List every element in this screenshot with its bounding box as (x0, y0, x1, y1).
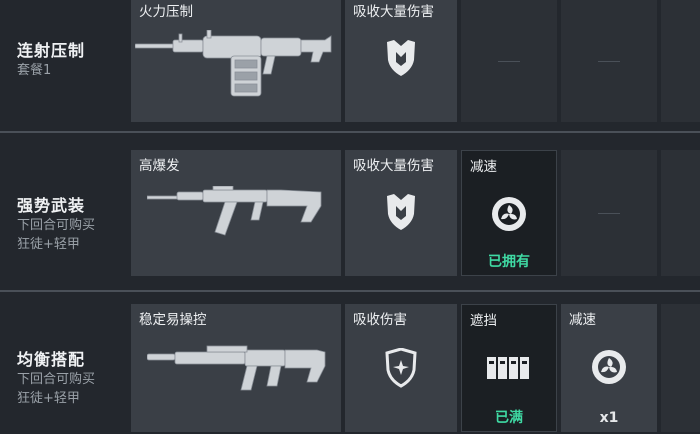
ability-name: 减速 (569, 312, 596, 328)
full-status: 已满 (495, 410, 523, 426)
weapon-desc: 火力压制 (139, 4, 193, 20)
loadout-subtitle: 下回合可购买 (17, 372, 96, 387)
light-shield-icon (385, 348, 417, 388)
ability-name: 减速 (470, 159, 497, 175)
owned-status: 已拥有 (488, 254, 530, 270)
row-divider (0, 290, 700, 292)
ability-name: 遮挡 (470, 313, 497, 329)
armor-desc: 吸收伤害 (353, 312, 407, 328)
armor-desc: 吸收大量伤害 (353, 158, 434, 174)
slow-orb-icon (592, 350, 626, 384)
ability-card-slow[interactable]: 减速 已拥有 (461, 150, 557, 276)
heavy-shield-icon (387, 194, 415, 230)
loadout-subtitle: 下回合可购买 (17, 218, 96, 233)
weapon-card[interactable]: 火力压制 (131, 0, 341, 122)
armor-card[interactable]: 吸收大量伤害 (345, 150, 457, 276)
empty-slot (461, 0, 557, 122)
weapon-desc: 稳定易操控 (139, 312, 207, 328)
empty-slot (661, 304, 700, 432)
loadout-row-2[interactable]: 强势武装 下回合可购买 狂徒+轻甲 高爆发 吸收大量伤害 减速 已拥有 (0, 150, 700, 278)
weapon-desc: 高爆发 (139, 158, 180, 174)
loadout-row-3[interactable]: 均衡搭配 下回合可购买 狂徒+轻甲 稳定易操控 吸收伤害 遮挡 已满 减速 x1 (0, 304, 700, 434)
armor-card[interactable]: 吸收伤害 (345, 304, 457, 432)
loadout-subtitle-2: 狂徒+轻甲 (17, 391, 80, 406)
row-label: 强势武装 下回合可购买 狂徒+轻甲 (17, 192, 95, 254)
loadout-subtitle-2: 狂徒+轻甲 (17, 237, 80, 252)
charge-count: x1 (599, 410, 619, 426)
machine-gun-icon (135, 30, 332, 97)
empty-slot (561, 150, 657, 276)
empty-slot (661, 150, 700, 276)
ability-card-slow[interactable]: 减速 x1 (561, 304, 657, 432)
slow-orb-icon (492, 197, 526, 231)
rifle-icon (147, 186, 322, 236)
weapon-card[interactable]: 高爆发 (131, 150, 341, 276)
row-label: 均衡搭配 下回合可购买 狂徒+轻甲 (17, 346, 95, 408)
armor-card[interactable]: 吸收大量伤害 (345, 0, 457, 122)
loadout-title: 强势武装 (17, 196, 86, 215)
ability-card-block[interactable]: 遮挡 已满 (461, 304, 557, 432)
empty-slot (661, 0, 700, 122)
heavy-shield-icon (387, 40, 415, 76)
weapon-card[interactable]: 稳定易操控 (131, 304, 341, 432)
loadout-title: 连射压制 (17, 41, 86, 60)
row-label: 连射压制 套餐1 (17, 37, 85, 80)
wall-barrier-icon (487, 357, 529, 379)
loadout-row-1[interactable]: 连射压制 套餐1 火力压制 吸收大量伤害 (0, 0, 700, 125)
empty-slot (561, 0, 657, 122)
armor-desc: 吸收大量伤害 (353, 4, 434, 20)
rifle-icon (147, 345, 326, 391)
row-divider (0, 131, 700, 133)
loadout-subtitle: 套餐1 (17, 63, 52, 78)
loadout-title: 均衡搭配 (17, 350, 86, 369)
